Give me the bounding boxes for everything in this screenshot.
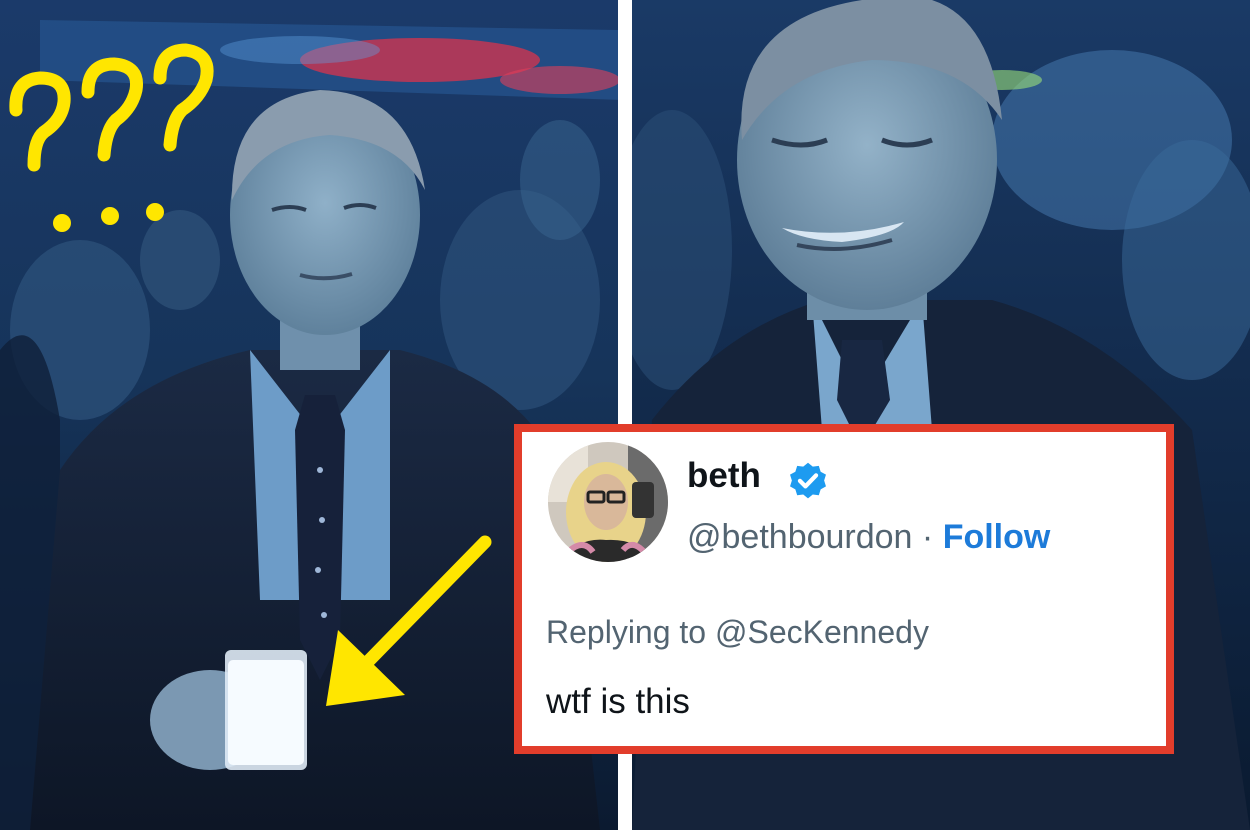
display-name[interactable]: beth xyxy=(687,456,761,496)
replying-to-handle[interactable]: @SecKennedy xyxy=(715,614,929,650)
follow-button[interactable]: Follow xyxy=(943,518,1051,556)
avatar-image xyxy=(548,442,668,562)
handle[interactable]: @bethbourdon xyxy=(687,518,912,556)
yellow-arrow xyxy=(326,535,492,706)
replying-to-line: Replying to @SecKennedy xyxy=(546,614,929,651)
avatar[interactable] xyxy=(548,442,668,562)
question-marks-doodle xyxy=(9,43,214,232)
handle-line: @bethbourdon · Follow xyxy=(687,518,1050,557)
verified-badge-icon xyxy=(790,462,826,499)
tweet-card: beth @bethbourdon · Follow Replying to @… xyxy=(514,424,1174,754)
replying-prefix: Replying to xyxy=(546,614,715,650)
separator-dot: · xyxy=(912,518,943,556)
tweet-text: wtf is this xyxy=(546,682,690,721)
